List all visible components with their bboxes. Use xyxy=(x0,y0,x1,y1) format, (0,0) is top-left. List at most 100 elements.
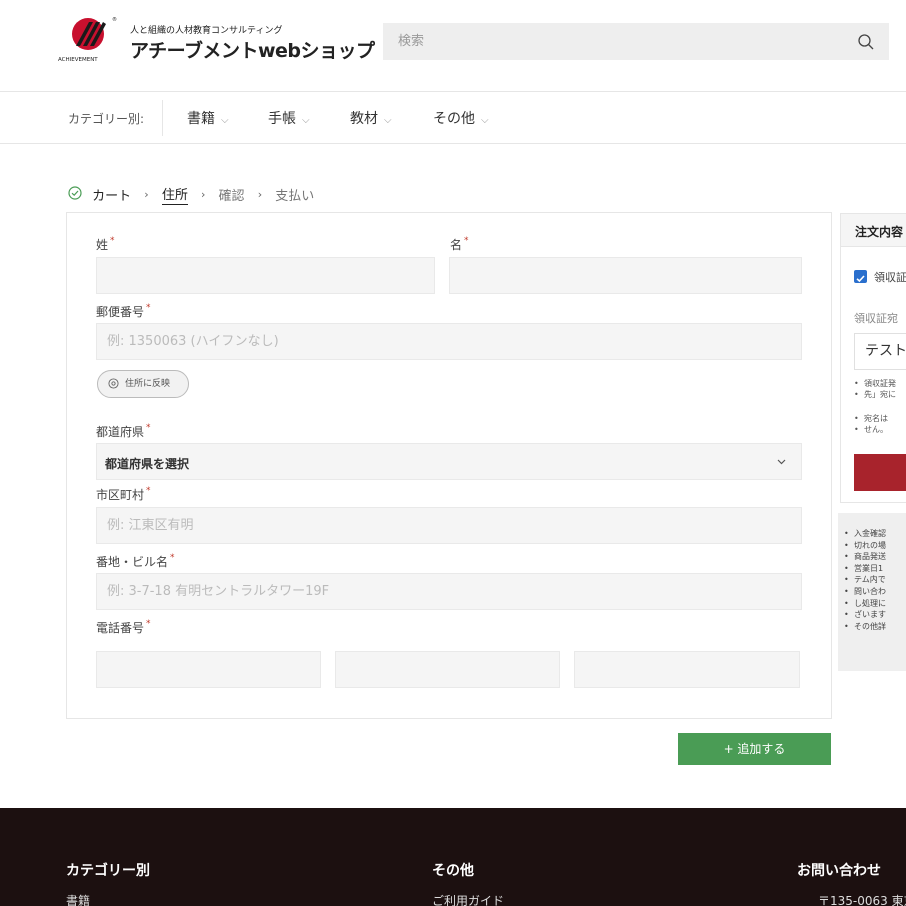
check-circle-icon xyxy=(68,185,82,204)
logo-title: アチーブメントwebショップ xyxy=(130,40,375,62)
nav-item-books[interactable]: 書籍 ⌵ xyxy=(187,108,229,128)
category-nav-label: カテゴリー別: xyxy=(68,112,145,126)
site-header: ® 人と組織の人材教育コンサルティング アチーブメントwebショップ ACHIE… xyxy=(0,0,906,92)
label-text: 都道府県 xyxy=(96,425,145,439)
prefecture-select-value: 都道府県を選択 xyxy=(105,457,190,471)
checkout-breadcrumb: カート › 住所 › 確認 › 支払い xyxy=(68,184,315,205)
city-input[interactable] xyxy=(97,508,801,543)
receipt-checkbox[interactable] xyxy=(854,270,867,283)
button-label: 住所に反映 xyxy=(125,379,171,389)
nav-item-other[interactable]: その他 ⌵ xyxy=(433,108,489,128)
required-mark: * xyxy=(146,486,151,496)
search-bar xyxy=(383,23,889,60)
order-summary-header: 注文内容 xyxy=(841,214,906,247)
notice-text: 問い合わ xyxy=(854,586,886,596)
phone-input-1[interactable] xyxy=(97,652,320,687)
logo-subtitle: 人と組織の人材教育コンサルティング xyxy=(130,26,283,36)
phone-input-3[interactable] xyxy=(575,652,799,687)
category-nav: カテゴリー別: 書籍 ⌵ 手帳 ⌵ 教材 ⌵ その他 ⌵ xyxy=(0,92,906,144)
label-text: 郵便番号 xyxy=(96,305,145,319)
chevron-down-icon: ⌵ xyxy=(481,115,489,126)
chevron-right-icon: › xyxy=(201,188,206,201)
label-text: 番地・ビル名 xyxy=(96,555,169,569)
search-input[interactable] xyxy=(383,23,843,60)
checkmark-icon xyxy=(856,275,865,283)
receipt-note-2: 宛名は せん。 xyxy=(854,413,888,435)
step-confirm: 確認 xyxy=(218,189,245,204)
logo-english: ACHIEVEMENT xyxy=(58,57,98,63)
submit-order-button[interactable] xyxy=(854,454,906,491)
first-name-label: 名 * xyxy=(450,236,469,253)
footer-link-guide[interactable]: ご利用ガイド xyxy=(432,892,504,906)
nav-item-label: 書籍 xyxy=(187,111,215,127)
note-line: 宛名は xyxy=(854,413,888,424)
label-text: 名 xyxy=(450,238,463,252)
city-label: 市区町村 * xyxy=(96,486,151,503)
svg-text:®: ® xyxy=(112,16,117,23)
divider xyxy=(162,100,163,136)
note-line: 領収証発 xyxy=(854,378,896,389)
required-mark: * xyxy=(146,423,151,433)
required-mark: * xyxy=(170,553,175,563)
site-logo[interactable]: ® 人と組織の人材教育コンサルティング アチーブメントwebショップ ACHIE… xyxy=(58,16,375,68)
fill-address-button[interactable]: 住所に反映 xyxy=(97,370,189,398)
required-mark: * xyxy=(146,303,151,313)
first-name-input[interactable] xyxy=(450,258,801,293)
zip-input[interactable] xyxy=(97,324,801,359)
nav-item-planners[interactable]: 手帳 ⌵ xyxy=(268,108,310,128)
step-address: 住所 xyxy=(161,184,188,205)
note-text: 先」宛に xyxy=(864,390,896,399)
notice-text: テム内で xyxy=(854,575,886,585)
address-form: 姓* 名* 郵便番号* 住所に反映 都道府県* 都道府県を選択 市区町村* 番地… xyxy=(66,212,832,719)
notice-line: その他詳 xyxy=(844,621,886,633)
receipt-note-1: 領収証発 先」宛に xyxy=(854,378,896,400)
search-icon[interactable] xyxy=(857,33,875,51)
required-mark: * xyxy=(110,236,115,246)
chevron-down-icon: ⌵ xyxy=(384,115,392,126)
prefecture-label: 都道府県 * xyxy=(96,423,151,440)
phone-input-2[interactable] xyxy=(336,652,559,687)
nav-item-label: その他 xyxy=(433,111,475,127)
chevron-down-icon: ⌵ xyxy=(221,115,229,126)
notice-text: し処理に xyxy=(854,598,886,608)
receipt-addressee-label: 領収証宛 xyxy=(854,312,898,325)
receipt-checkbox-label: 領収証 xyxy=(874,271,906,284)
street-field xyxy=(96,573,802,610)
step-payment: 支払い xyxy=(275,189,315,204)
footer-category-heading: カテゴリー別 xyxy=(66,863,150,879)
notice-box: 入金確認 切れの場 商品発送 営業日1 テム内で 問い合わ し処理に ざいます … xyxy=(838,513,906,671)
add-address-button[interactable]: + 追加する xyxy=(678,733,831,765)
chevron-down-icon: ⌵ xyxy=(302,115,310,126)
notice-line: 営業日1 xyxy=(844,563,886,575)
note-line: せん。 xyxy=(854,424,888,435)
notice-line: 切れの場 xyxy=(844,540,886,552)
receipt-addressee-input[interactable]: テスト xyxy=(854,333,906,370)
zip-label: 郵便番号 * xyxy=(96,303,151,320)
notice-line: し処理に xyxy=(844,598,886,610)
street-input[interactable] xyxy=(97,574,801,609)
city-field xyxy=(96,507,802,544)
required-mark: * xyxy=(464,236,469,246)
label-text: 姓 xyxy=(96,238,109,252)
nav-item-label: 手帳 xyxy=(268,111,296,127)
note-text: せん。 xyxy=(864,425,888,434)
last-name-field xyxy=(96,257,435,294)
label-text: 市区町村 xyxy=(96,488,145,502)
label-text: 電話番号 xyxy=(96,621,145,635)
footer-link-books[interactable]: 書籍 xyxy=(66,892,90,906)
nav-item-materials[interactable]: 教材 ⌵ xyxy=(350,108,392,128)
notice-text: ざいます xyxy=(854,610,886,620)
notice-line: 問い合わ xyxy=(844,586,886,598)
street-label: 番地・ビル名 * xyxy=(96,553,175,570)
step-cart[interactable]: カート xyxy=(92,185,131,204)
chevron-right-icon: › xyxy=(257,188,263,201)
notice-list: 入金確認 切れの場 商品発送 営業日1 テム内で 問い合わ し処理に ざいます … xyxy=(844,528,886,632)
chevron-down-icon xyxy=(777,459,786,465)
required-mark: * xyxy=(146,619,151,629)
last-name-input[interactable] xyxy=(97,258,434,293)
prefecture-select[interactable]: 都道府県を選択 xyxy=(96,443,802,480)
note-line: 先」宛に xyxy=(854,389,896,400)
last-name-label: 姓 * xyxy=(96,236,115,253)
site-footer: カテゴリー別 書籍 その他 ご利用ガイド お問い合わせ 〒135-0063 東京 xyxy=(0,808,906,906)
phone-field-3 xyxy=(574,651,800,688)
